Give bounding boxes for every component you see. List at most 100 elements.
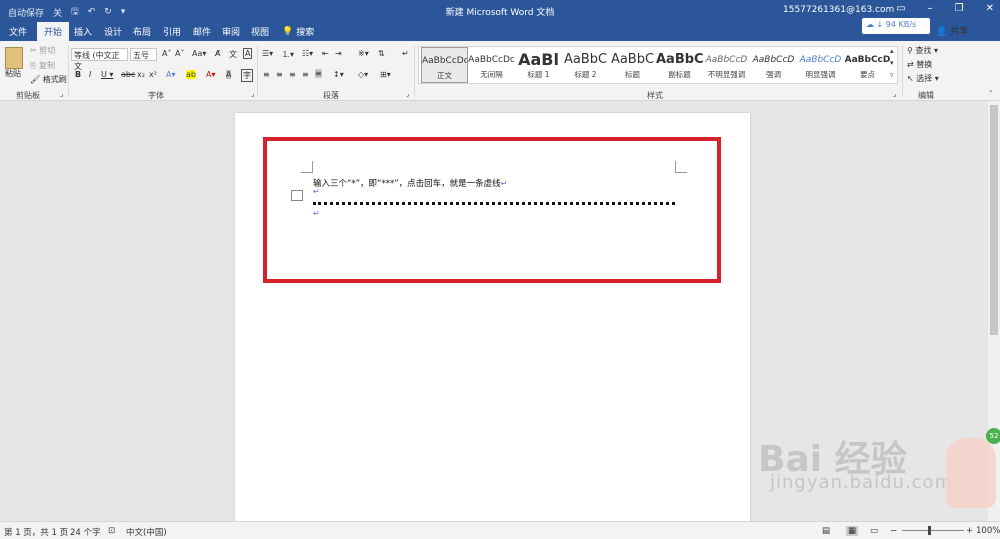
cut-button[interactable]: ✂ 剪切 (30, 45, 55, 56)
font-launcher-icon[interactable]: ⌟ (251, 90, 254, 98)
tab-references[interactable]: 引用 (163, 25, 181, 38)
read-mode-icon[interactable]: ▤ (822, 526, 830, 536)
tab-view[interactable]: 视图 (251, 25, 269, 38)
style-title[interactable]: AaBbC 标题 (609, 47, 656, 83)
paste-button[interactable]: 粘贴 (5, 68, 21, 79)
char-border-icon[interactable]: A (243, 48, 253, 59)
style-no-spacing[interactable]: AaBbCcDc 无间隔 (468, 47, 515, 83)
style-normal[interactable]: AaBbCcDc 正文 (421, 47, 468, 83)
line-spacing-icon[interactable]: ↕▾ (333, 70, 344, 79)
style-intense-emphasis[interactable]: AaBbCcD 明显强调 (797, 47, 844, 83)
format-painter-button[interactable]: 🖌 格式刷 (30, 74, 67, 85)
paragraph-launcher-icon[interactable]: ⌟ (406, 90, 409, 98)
tab-review[interactable]: 审阅 (222, 25, 240, 38)
shading-icon[interactable]: ◇▾ (358, 70, 368, 79)
tab-design[interactable]: 设计 (104, 25, 122, 38)
highlight-frame (263, 137, 721, 283)
borders-icon[interactable]: ⊞▾ (380, 70, 391, 79)
increase-indent-icon[interactable]: ⇥ (335, 49, 342, 58)
copy-button[interactable]: ⎘ 复制 (30, 60, 55, 71)
style-heading-1[interactable]: AaBl 标题 1 (515, 47, 562, 83)
styles-gallery: AaBbCcDc 正文 AaBbCcDc 无间隔 AaBl 标题 1 AaBbC 标题 … (418, 46, 898, 84)
styles-launcher-icon[interactable]: ⌟ (893, 90, 896, 98)
paste-icon[interactable] (5, 47, 23, 69)
phonetic-guide-icon[interactable]: 文 (229, 49, 237, 60)
text-effects-icon[interactable]: A▾ (166, 70, 176, 79)
scrollbar-thumb[interactable] (990, 105, 998, 335)
align-right-icon[interactable]: ≡ (289, 70, 296, 79)
tab-insert[interactable]: 插入 (74, 25, 92, 38)
document-page[interactable]: 输入三个“*”，即“***”，点击回车，就是一条虚线↵ ↵ ↵ (235, 113, 750, 533)
numbering-icon[interactable]: ⒈▾ (282, 49, 294, 60)
replace-button[interactable]: ⇄ 替换 (907, 59, 932, 70)
print-layout-icon[interactable]: ▦ (846, 526, 859, 536)
ribbon-display-icon[interactable]: ▭ (896, 3, 905, 14)
style-name: 不明显强调 (707, 70, 746, 79)
style-subtitle[interactable]: AaBbC 副标题 (656, 47, 703, 83)
web-layout-icon[interactable]: ▭ (870, 526, 878, 536)
shrink-font-icon[interactable]: A˅ (175, 49, 184, 58)
maximize-icon[interactable]: ❐ (955, 3, 964, 14)
align-left-icon[interactable]: ≡ (263, 70, 270, 79)
superscript-icon[interactable]: x² (149, 70, 157, 79)
styles-group-label: 样式 (647, 91, 663, 100)
zoom-out-icon[interactable]: − (890, 526, 897, 536)
zoom-slider[interactable] (902, 530, 964, 531)
multilevel-list-icon[interactable]: ☷▾ (302, 49, 313, 58)
style-emphasis[interactable]: AaBbCcD 强调 (750, 47, 797, 83)
style-name: 明显强调 (805, 70, 836, 79)
clipboard-launcher-icon[interactable]: ⌟ (60, 90, 63, 98)
zoom-in-icon[interactable]: + (966, 526, 973, 536)
share-button[interactable]: 👤 共享 (936, 24, 968, 37)
strikethrough-icon[interactable]: abc (121, 70, 135, 79)
proofing-icon[interactable]: ⊡ (108, 526, 115, 536)
tab-home[interactable]: 开始 (37, 22, 70, 41)
page-count[interactable]: 第 1 页，共 1 页 (4, 526, 68, 538)
sort-icon[interactable]: ⇅ (378, 49, 385, 58)
align-center-icon[interactable]: ≡ (276, 70, 283, 79)
char-shading-icon[interactable]: A (226, 70, 232, 79)
font-size-select[interactable]: 五号 (130, 48, 157, 61)
style-heading-2[interactable]: AaBbC 标题 2 (562, 47, 609, 83)
tab-file[interactable]: 文件 (9, 25, 27, 38)
decrease-indent-icon[interactable]: ⇤ (322, 49, 329, 58)
enclose-char-icon[interactable]: 字 (241, 69, 253, 82)
tab-mailings[interactable]: 邮件 (193, 25, 211, 38)
chinese-layout-icon[interactable]: ※▾ (358, 49, 369, 58)
collapse-ribbon-icon[interactable]: ˄ (989, 90, 993, 98)
style-subtle-emphasis[interactable]: AaBbCcD 不明显强调 (703, 47, 750, 83)
minimize-icon[interactable]: – (928, 3, 933, 14)
styles-more-icon[interactable]: ▿ (890, 71, 894, 79)
styles-scroll-up-icon[interactable]: ▴ (890, 47, 894, 55)
tell-me-search[interactable]: 💡 搜索 (282, 25, 314, 39)
justify-icon[interactable]: ≡ (302, 70, 309, 79)
replace-icon: ⇄ (907, 60, 914, 69)
grow-font-icon[interactable]: A˄ (162, 49, 171, 58)
zoom-level[interactable]: 100% (976, 526, 1000, 536)
font-color-icon[interactable]: A▾ (206, 70, 216, 79)
lightbulb-icon: 💡 (282, 26, 294, 37)
styles-scroll-down-icon[interactable]: ▾ (890, 59, 894, 67)
word-count[interactable]: 24 个字 (70, 526, 101, 538)
language-indicator[interactable]: 中文(中国) (126, 526, 167, 538)
clear-format-icon[interactable]: A̸ (215, 49, 220, 58)
subscript-icon[interactable]: x₂ (137, 70, 145, 79)
font-name-value: 等线 (中文正文 (74, 51, 120, 71)
show-marks-icon[interactable]: ↵ (402, 49, 409, 58)
style-strong[interactable]: AaBbCcD 要点 (844, 47, 891, 83)
bold-icon[interactable]: B (75, 70, 81, 79)
font-name-select[interactable]: 等线 (中文正文 (71, 48, 128, 71)
italic-icon[interactable]: I (89, 70, 91, 79)
select-button[interactable]: ↖ 选择 ▾ (907, 73, 939, 84)
distributed-icon[interactable]: ≡ (315, 69, 322, 78)
underline-icon[interactable]: U ▾ (101, 70, 113, 79)
find-button[interactable]: ⚲ 查找 ▾ (907, 45, 938, 56)
bullets-icon[interactable]: ☰▾ (262, 49, 273, 58)
highlight-icon[interactable]: ab (186, 70, 196, 79)
zoom-slider-thumb[interactable] (928, 526, 931, 535)
font-group-label: 字体 (148, 91, 164, 100)
change-case-icon[interactable]: Aa▾ (192, 49, 206, 58)
tab-layout[interactable]: 布局 (133, 25, 151, 38)
close-icon[interactable]: ✕ (986, 3, 994, 14)
user-account[interactable]: 15577261361@163.com (783, 5, 894, 15)
